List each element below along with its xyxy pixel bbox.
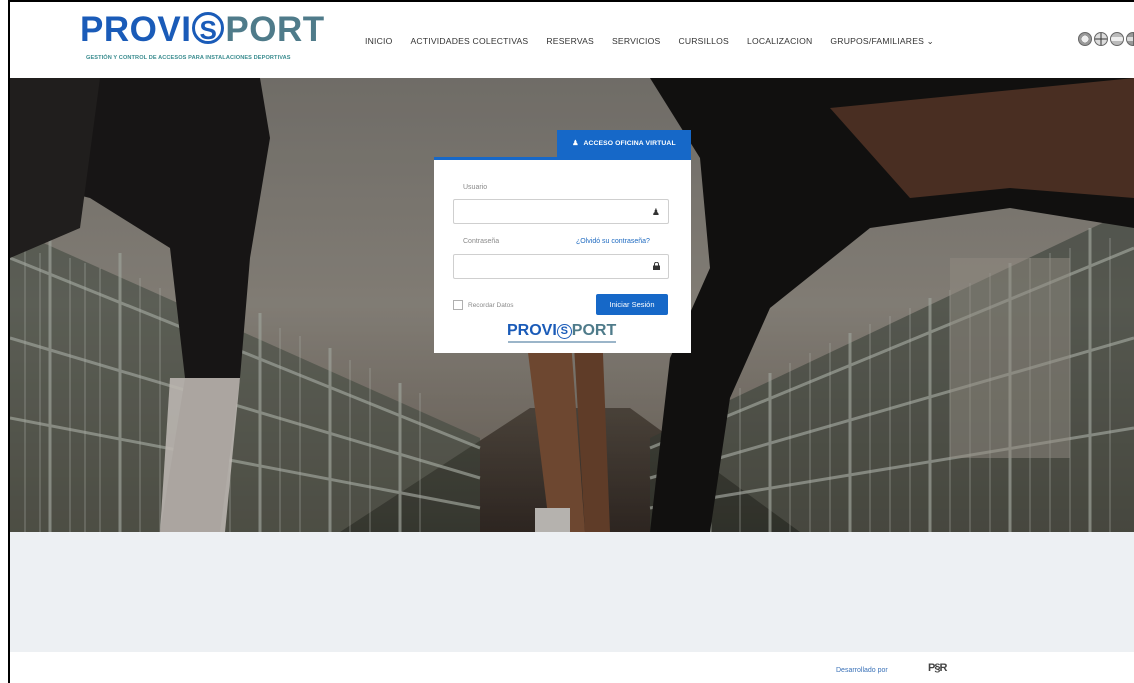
card-provisport-logo: PROVI S PORT [507,322,616,340]
developer-logo[interactable]: P§R [928,662,947,674]
remember-checkbox[interactable] [453,300,463,310]
logo-text-part1: PROVI [80,10,192,49]
user-icon: ♟ [651,207,660,217]
flag-icon[interactable] [1110,32,1124,46]
page: PROVI S PORT GESTIÓN Y CONTROL DE ACCESOS … [0,0,1134,683]
nav-servicios[interactable]: SERVICIOS [612,36,660,47]
logo-tagline: GESTIÓN Y CONTROL DE ACCESOS PARA INSTAL… [86,55,291,61]
site-header: PROVI S PORT GESTIÓN Y CONTROL DE ACCESOS … [10,2,1134,78]
logo-wordmark: PROVI S PORT [80,10,325,50]
nav-grupos-familiares[interactable]: GRUPOS/FAMILIARES ⌄ [830,36,934,47]
tab-acceso-oficina-virtual[interactable]: ♟ ACCESO OFICINA VIRTUAL [557,130,691,157]
content-band [10,532,1134,652]
nav-actividades-colectivas[interactable]: ACTIVIDADES COLECTIVAS [410,36,528,47]
password-label: Contraseña [463,238,500,245]
nav-cursillos[interactable]: CURSILLOS [678,36,729,47]
main-navigation: INICIO ACTIVIDADES COLECTIVAS RESERVAS S… [365,36,934,47]
logo-s-emblem: S [192,12,225,45]
user-icon: ♟ [572,140,579,147]
language-selector [1078,32,1134,46]
nav-inicio[interactable]: INICIO [365,36,392,47]
forgot-password-link[interactable]: ¿Olvidó su contraseña? [576,238,650,245]
flag-icon[interactable] [1126,32,1134,46]
flag-icon[interactable] [1078,32,1092,46]
nav-localizacion[interactable]: LOCALIZACION [747,36,812,47]
mini-logo-part2: PORT [571,322,617,339]
remember-label: Recordar Datos [468,301,514,309]
nav-reservas[interactable]: RESERVAS [546,36,594,47]
password-field[interactable] [453,254,669,279]
site-footer: Desarrollado por P§R [10,652,1134,683]
provisport-logo[interactable]: PROVI S PORT GESTIÓN Y CONTROL DE ACCESOS … [80,10,324,70]
flag-icon[interactable] [1094,32,1108,46]
mini-logo-tagline-bar [508,341,616,343]
mini-logo-part1: PROVI [507,322,557,339]
username-field[interactable]: ♟ [453,199,669,224]
remember-data-option[interactable]: Recordar Datos [453,300,514,310]
mini-logo-s: S [556,324,572,339]
logo-text-part2: PORT [225,10,325,49]
username-label: Usuario [463,184,488,191]
lock-icon [653,261,660,272]
login-card: Usuario ♟ Contraseña ¿Olvidó su contrase… [434,157,691,353]
login-button[interactable]: Iniciar Sesión [596,294,668,315]
tab-label: ACCESO OFICINA VIRTUAL [583,140,676,147]
developed-by-text: Desarrollado por [836,667,888,674]
